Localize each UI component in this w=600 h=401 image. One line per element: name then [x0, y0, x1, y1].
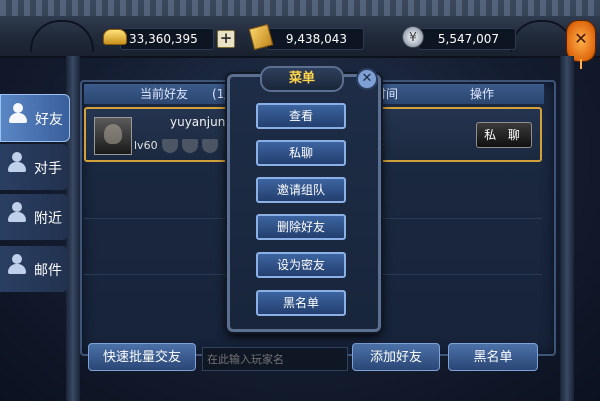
- tab-label: 附近: [34, 211, 62, 227]
- friends-icon: [9, 101, 33, 123]
- friend-name: yuyanjun6: [170, 115, 233, 129]
- blacklist-button[interactable]: 黑名单: [448, 343, 538, 371]
- gold-ingot-icon: [103, 25, 127, 49]
- nearby-icon: [8, 200, 32, 222]
- private-chat-button[interactable]: 私 聊: [476, 122, 532, 148]
- tab-label: 对手: [34, 161, 62, 177]
- menu-item-set-close-friend[interactable]: 设为密友: [256, 252, 346, 278]
- close-icon: ✕: [361, 71, 373, 86]
- rivals-icon: [8, 150, 32, 172]
- ticket-amount: 9,438,043: [285, 32, 347, 46]
- tab-mail[interactable]: 邮件: [0, 246, 68, 292]
- pillar-right: [560, 56, 574, 401]
- avatar: [94, 117, 132, 155]
- tab-nearby[interactable]: 附近: [0, 194, 68, 240]
- cloud-ornament: [30, 20, 94, 52]
- tab-friends[interactable]: 好友: [0, 94, 70, 142]
- tab-label: 邮件: [34, 263, 62, 279]
- add-friend-button[interactable]: 添加好友: [352, 343, 440, 371]
- menu-close-button[interactable]: ✕: [356, 68, 378, 90]
- tab-rivals[interactable]: 对手: [0, 144, 68, 190]
- ticket-resource: 9,438,043: [248, 23, 364, 51]
- menu-item-private-chat[interactable]: 私聊: [256, 140, 346, 166]
- badge-icon: [182, 139, 198, 153]
- add-gold-button[interactable]: +: [217, 30, 235, 48]
- cloud-ornament: [510, 20, 574, 52]
- game-screen: 33,360,395 + 9,438,043 ¥ 5,547,007 ✕ 好友 …: [0, 0, 600, 401]
- gold-ticket-icon: [248, 23, 274, 51]
- gold-amount: 33,360,395: [129, 32, 198, 46]
- menu-item-view[interactable]: 查看: [256, 103, 346, 129]
- player-name-input[interactable]: [202, 347, 348, 371]
- menu-item-delete-friend[interactable]: 删除好友: [256, 214, 346, 240]
- mail-icon: [8, 252, 32, 274]
- gold-resource: 33,360,395 +: [103, 28, 235, 50]
- menu-item-invite-team[interactable]: 邀请组队: [256, 177, 346, 203]
- menu-title: 菜单: [260, 66, 344, 92]
- friend-level: lv60: [134, 139, 158, 152]
- silver-coin-icon: ¥: [401, 25, 425, 49]
- batch-add-friends-button[interactable]: 快速批量交友: [88, 343, 196, 371]
- silver-amount: 5,547,007: [437, 32, 499, 46]
- menu-item-blacklist[interactable]: 黑名单: [256, 290, 346, 316]
- badge-icon: [202, 139, 218, 153]
- header-action: 操作: [470, 87, 495, 101]
- header-friend-count: (1/: [212, 87, 229, 101]
- badge-icon: [162, 139, 178, 153]
- tab-label: 好友: [35, 112, 63, 128]
- silver-resource: ¥ 5,547,007: [402, 26, 516, 50]
- close-icon: ✕: [574, 29, 588, 48]
- header-current-friends: 当前好友: [140, 87, 189, 101]
